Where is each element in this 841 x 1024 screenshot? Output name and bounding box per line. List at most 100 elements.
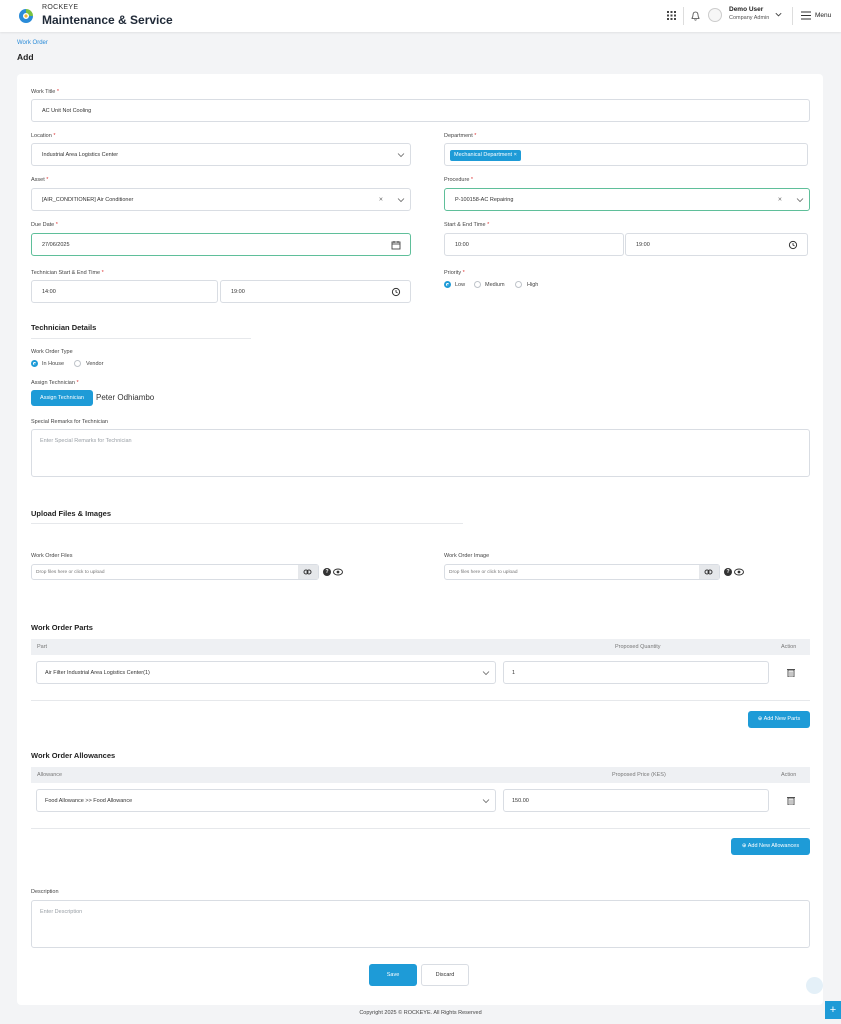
grid-icon[interactable]: [664, 9, 678, 23]
chevron-down-icon: [482, 798, 490, 803]
work-title-label: Work Title *: [31, 89, 60, 95]
user-name[interactable]: Demo User: [729, 6, 763, 13]
parts-table-header: Part Proposed Quantity Action: [31, 639, 810, 655]
trash-icon[interactable]: [787, 668, 795, 677]
priority-medium-label[interactable]: Medium: [485, 282, 505, 288]
calendar-icon[interactable]: [391, 240, 401, 250]
work-order-image-label: Work Order Image: [444, 553, 490, 559]
location-select[interactable]: Industrial Area Logistics Center: [31, 143, 411, 166]
priority-medium-radio[interactable]: [474, 281, 481, 288]
parts-col-quantity: Proposed Quantity: [615, 644, 661, 650]
clock-icon[interactable]: [788, 240, 798, 250]
section-divider: [31, 700, 810, 701]
brand-app-name: Maintenance & Service: [42, 13, 173, 27]
asset-select[interactable]: [AIR_CONDITIONER] Air Conditioner ×: [31, 188, 411, 211]
save-button[interactable]: Save: [369, 964, 417, 986]
technician-end-time-input[interactable]: 19:00: [220, 280, 411, 303]
assign-technician-button[interactable]: Assign Technician: [31, 390, 93, 406]
special-remarks-textarea[interactable]: Enter Special Remarks for Technician: [31, 429, 810, 477]
eye-icon[interactable]: [734, 568, 744, 576]
priority-low-radio[interactable]: [444, 281, 451, 288]
type-vendor-radio[interactable]: [74, 360, 81, 367]
bell-icon[interactable]: [688, 9, 702, 23]
allowances-col-action: Action: [781, 772, 797, 778]
description-label: Description: [31, 889, 59, 895]
clear-icon[interactable]: ×: [379, 196, 383, 203]
chevron-down-icon: [482, 670, 490, 675]
link-icon[interactable]: [298, 565, 318, 579]
brand-company: ROCKEYE: [42, 4, 79, 11]
work-order-type-label: Work Order Type: [31, 349, 73, 355]
priority-label: Priority *: [444, 270, 465, 276]
technician-section-title: Technician Details: [31, 323, 97, 332]
top-bar: ROCKEYE Maintenance & Service Demo User …: [0, 0, 841, 32]
parts-col-action: Action: [781, 644, 797, 650]
asset-label: Asset *: [31, 177, 49, 183]
type-inhouse-label[interactable]: In House: [42, 361, 64, 367]
header-divider: [792, 7, 793, 25]
chevron-down-icon: [397, 152, 405, 157]
rockeye-logo: [19, 9, 33, 23]
end-time-input[interactable]: 19:00: [625, 233, 808, 256]
description-textarea[interactable]: Enter Description: [31, 900, 810, 948]
priority-high-label[interactable]: High: [527, 282, 538, 288]
part-select[interactable]: Air Filter Industrial Area Logistics Cen…: [36, 661, 496, 684]
parts-col-part: Part: [37, 644, 48, 650]
trash-icon[interactable]: [787, 796, 795, 805]
due-date-input[interactable]: 27/06/2025: [31, 233, 411, 256]
procedure-label: Procedure *: [444, 177, 474, 183]
help-icon[interactable]: ?: [724, 568, 732, 576]
work-order-image-upload[interactable]: Drop files here or click to upload: [444, 564, 720, 580]
page-title: Add: [17, 52, 34, 62]
allowances-col-price: Proposed Price (KES): [612, 772, 666, 778]
chevron-down-icon[interactable]: [774, 10, 783, 19]
chevron-down-icon: [796, 197, 804, 202]
department-tag[interactable]: Mechanical Department ×: [450, 150, 521, 161]
type-inhouse-radio[interactable]: [31, 360, 38, 367]
chat-widget-icon[interactable]: [806, 977, 823, 994]
breadcrumb[interactable]: Work Order: [17, 40, 48, 46]
clear-icon[interactable]: ×: [778, 196, 782, 203]
add-new-parts-button[interactable]: ⊕ Add New Parts: [748, 711, 810, 728]
link-icon[interactable]: [699, 565, 719, 579]
allowances-col-allowance: Allowance: [37, 772, 63, 778]
work-order-files-upload[interactable]: Drop files here or click to upload: [31, 564, 319, 580]
hamburger-icon[interactable]: [801, 11, 811, 20]
clock-icon[interactable]: [391, 287, 401, 297]
priority-low-label[interactable]: Low: [455, 282, 465, 288]
help-icon[interactable]: ?: [323, 568, 331, 576]
menu-button[interactable]: Menu: [815, 12, 831, 19]
priority-high-radio[interactable]: [515, 281, 522, 288]
assign-technician-label: Assign Technician *: [31, 380, 79, 386]
technician-time-label: Technician Start & End Time *: [31, 270, 104, 276]
allowance-price-input[interactable]: 150.00: [503, 789, 769, 812]
due-date-label: Due Date *: [31, 222, 58, 228]
form-card: [17, 74, 823, 1005]
work-order-files-label: Work Order Files: [31, 553, 73, 559]
section-divider: [31, 828, 810, 829]
type-vendor-label[interactable]: Vendor: [86, 361, 103, 367]
allowance-select[interactable]: Food Allowance >> Food Allowance: [36, 789, 496, 812]
upload-section-title: Upload Files & Images: [31, 509, 112, 518]
work-title-input[interactable]: AC Unit Not Cooling: [31, 99, 810, 122]
parts-section-title: Work Order Parts: [31, 623, 93, 632]
discard-button[interactable]: Discard: [421, 964, 469, 986]
eye-icon[interactable]: [333, 568, 343, 576]
header-divider: [683, 7, 684, 25]
department-select[interactable]: Mechanical Department ×: [444, 143, 808, 166]
location-label: Location *: [31, 133, 56, 139]
special-remarks-label: Special Remarks for Technician: [31, 419, 108, 425]
procedure-select[interactable]: P-100158-AC Repairing ×: [444, 188, 810, 211]
allowances-section-title: Work Order Allowances: [31, 751, 116, 760]
start-end-time-label: Start & End Time *: [444, 222, 490, 228]
start-time-input[interactable]: 10:00: [444, 233, 624, 256]
add-new-allowances-button[interactable]: ⊕ Add New Allowances: [731, 838, 810, 855]
part-quantity-input[interactable]: 1: [503, 661, 769, 684]
assigned-technician-name: Peter Odhiambo: [96, 393, 155, 402]
user-avatar-icon[interactable]: [708, 8, 722, 22]
chevron-down-icon: [397, 197, 405, 202]
technician-start-time-input[interactable]: 14:00: [31, 280, 218, 303]
section-divider: [31, 523, 463, 524]
user-role: Company Admin: [729, 15, 770, 21]
footer-copyright: Copyright 2025 © ROCKEYE. All Rights Res…: [359, 1010, 482, 1016]
